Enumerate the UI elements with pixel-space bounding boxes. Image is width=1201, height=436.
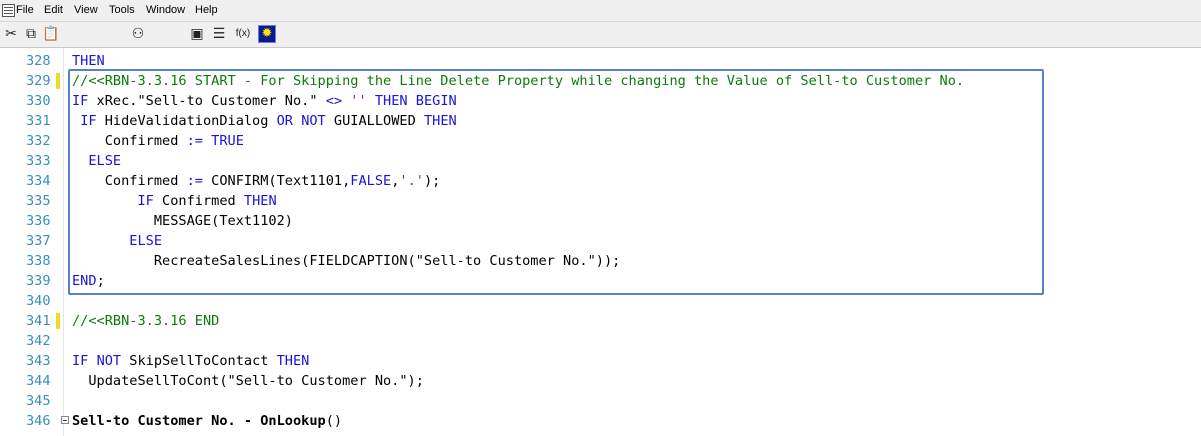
line-number: 337 xyxy=(26,233,51,249)
line-number: 330 xyxy=(26,93,51,109)
menu-bar: File Edit View Tools Window Help xyxy=(0,0,1201,22)
line-number: 346 xyxy=(26,413,51,429)
scissors-icon[interactable]: ✂ xyxy=(2,25,20,43)
copy-icon[interactable]: ⧉ xyxy=(22,25,40,43)
binoculars-icon[interactable]: ⚇ xyxy=(129,25,147,43)
code-line[interactable]: 341 //<<RBN-3.3.16 END xyxy=(0,311,1201,331)
menu-file[interactable]: File xyxy=(16,4,34,16)
line-number: 332 xyxy=(26,133,51,149)
line-number: 342 xyxy=(26,333,51,349)
code-text: UpdateSellToCont("Sell-to Customer No.")… xyxy=(72,373,424,389)
menu-help[interactable]: Help xyxy=(195,4,218,16)
code-line[interactable]: 346 Sell-to Customer No. - OnLookup() xyxy=(0,411,1201,431)
code-line[interactable]: 345 xyxy=(0,391,1201,411)
line-number: 343 xyxy=(26,353,51,369)
code-text: Sell-to Customer No. - OnLookup() xyxy=(72,413,343,429)
code-text: IF NOT SkipSellToContact THEN xyxy=(72,353,310,369)
line-number: 341 xyxy=(26,313,51,329)
collapse-icon[interactable] xyxy=(61,416,69,424)
code-editor[interactable]: 328 THEN 329//<<RBN-3.3.16 START - For Ski… xyxy=(0,48,1201,436)
code-line[interactable]: 344 UpdateSellToCont("Sell-to Customer N… xyxy=(0,371,1201,391)
line-number: 334 xyxy=(26,173,51,189)
highlight-box xyxy=(68,69,1044,295)
menu-edit[interactable]: Edit xyxy=(44,4,63,16)
function-icon[interactable]: f(x) xyxy=(232,25,254,43)
line-number: 345 xyxy=(26,393,51,409)
list-icon[interactable]: ☰ xyxy=(210,25,228,43)
menu-tools[interactable]: Tools xyxy=(109,4,135,16)
line-number: 333 xyxy=(26,153,51,169)
line-number: 339 xyxy=(26,273,51,289)
change-marker xyxy=(56,73,60,89)
menu-window[interactable]: Window xyxy=(146,4,185,16)
line-number: 328 xyxy=(26,53,51,69)
change-marker xyxy=(56,313,60,329)
code-line[interactable]: 342 xyxy=(0,331,1201,351)
code-text: THEN xyxy=(72,53,105,69)
line-number: 335 xyxy=(26,193,51,209)
paste-icon[interactable]: 📋 xyxy=(42,25,60,43)
line-number: 336 xyxy=(26,213,51,229)
toolbar: ✂ ⧉ 📋 ⚇ ▣ ☰ f(x) ✹ xyxy=(0,22,1201,48)
code-line[interactable]: 328 THEN xyxy=(0,51,1201,71)
properties-icon[interactable]: ▣ xyxy=(188,25,206,43)
code-text: //<<RBN-3.3.16 END xyxy=(72,313,220,329)
line-number: 329 xyxy=(26,73,51,89)
line-number: 331 xyxy=(26,113,51,129)
app-icon[interactable] xyxy=(2,4,15,17)
code-line[interactable]: 343 IF NOT SkipSellToContact THEN xyxy=(0,351,1201,371)
line-number: 344 xyxy=(26,373,51,389)
sun-icon[interactable]: ✹ xyxy=(258,25,276,43)
line-number: 340 xyxy=(26,293,51,309)
line-number: 338 xyxy=(26,253,51,269)
menu-view[interactable]: View xyxy=(74,4,98,16)
